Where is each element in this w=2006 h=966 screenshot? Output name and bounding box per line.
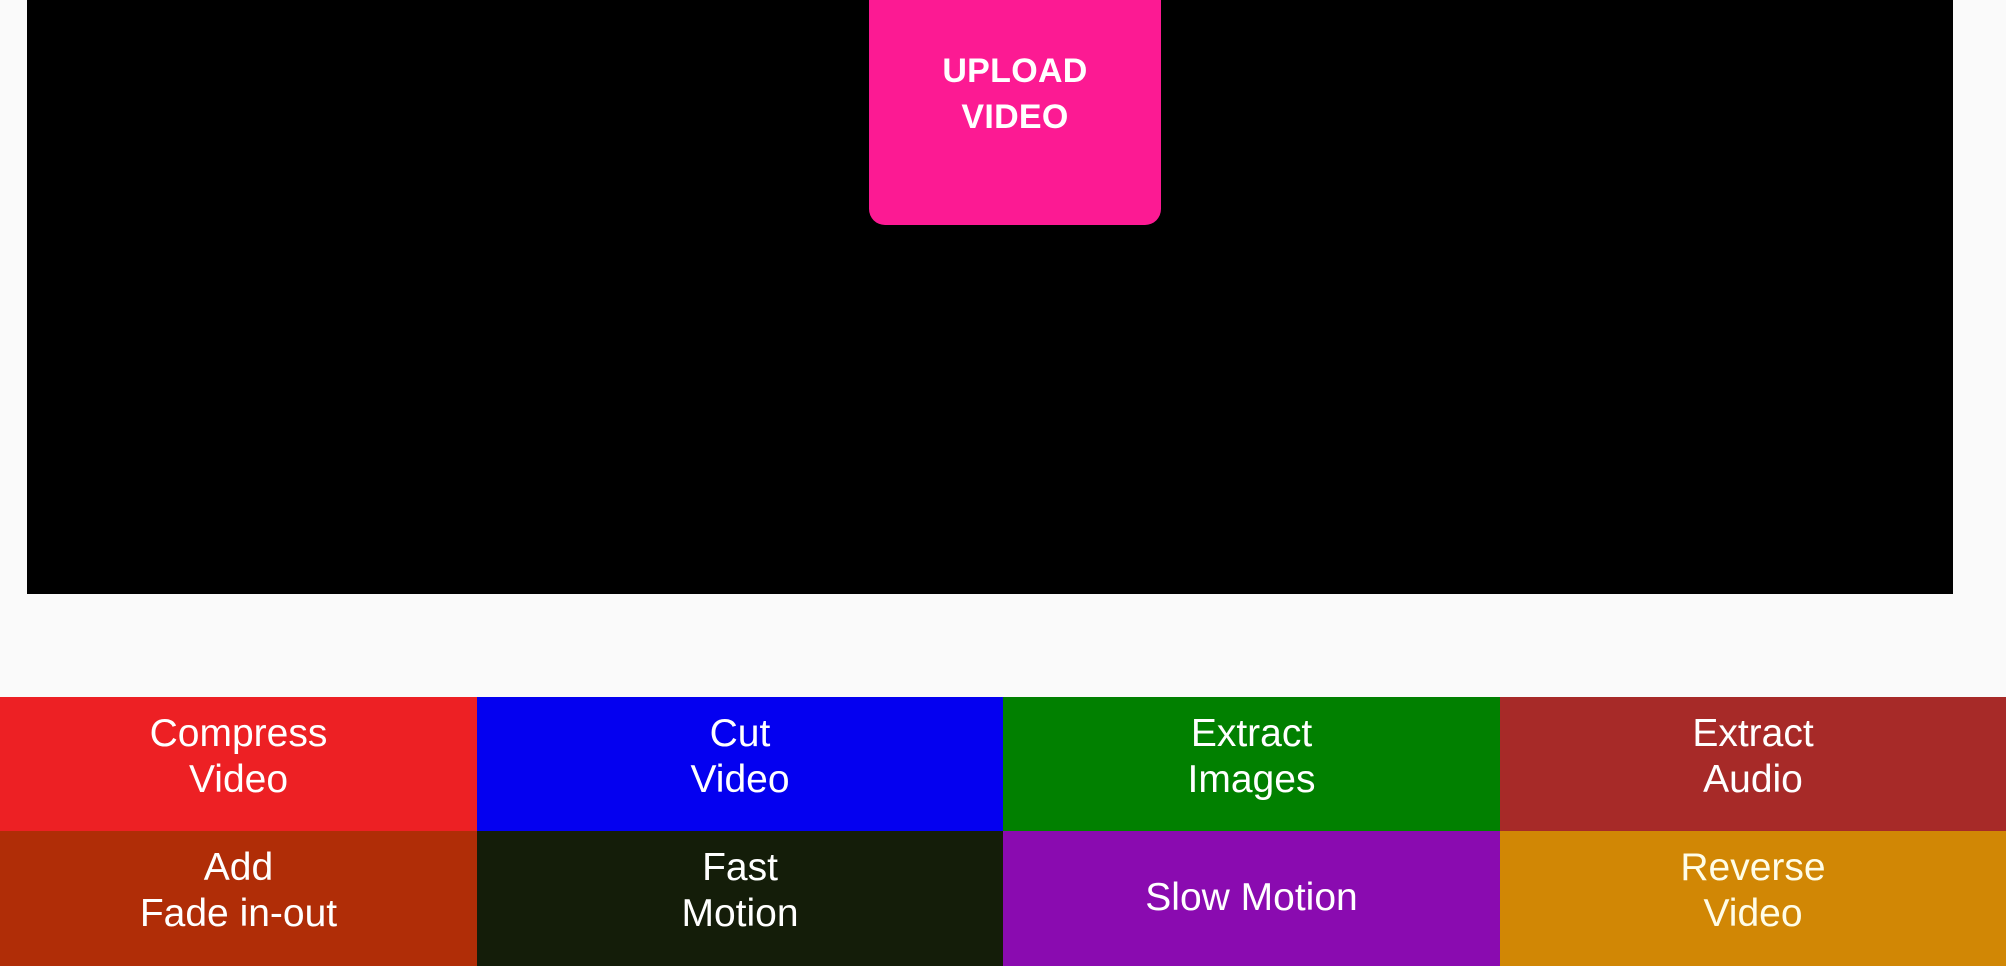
stage-tools-spacer: [0, 594, 2006, 697]
tool-label-line1: Compress: [149, 712, 328, 755]
tool-label-line2: Images: [1187, 758, 1316, 802]
tool-label-line2: Motion: [681, 892, 799, 936]
tool-label-line2: Video: [1703, 892, 1803, 936]
tool-label-line1: Slow Motion: [1145, 876, 1358, 920]
tool-tile-add-fade-in-out[interactable]: Add Fade in-out: [0, 831, 477, 966]
tool-tile-reverse-video[interactable]: Reverse Video: [1500, 831, 2006, 966]
tool-label-line1: Extract: [1190, 712, 1313, 755]
tool-label-line2: Video: [690, 758, 790, 802]
tool-label-line1: Add: [203, 846, 274, 889]
tool-tile-slow-motion[interactable]: Slow Motion: [1003, 831, 1500, 966]
tool-label-line1: Reverse: [1680, 846, 1826, 889]
upload-button-label-line2: VIDEO: [961, 98, 1069, 137]
tool-label-line2: Fade in-out: [139, 892, 338, 936]
upload-button-label-line1: UPLOAD: [942, 52, 1088, 91]
tool-tile-extract-images[interactable]: Extract Images: [1003, 697, 1500, 831]
tool-tile-extract-audio[interactable]: Extract Audio: [1500, 697, 2006, 831]
video-preview-stage: UPLOAD VIDEO: [27, 0, 1953, 594]
upload-video-button[interactable]: UPLOAD VIDEO: [869, 0, 1161, 225]
tool-label-line1: Extract: [1692, 712, 1814, 755]
tool-label-line1: Cut: [709, 712, 771, 755]
tool-tile-cut-video[interactable]: Cut Video: [477, 697, 1003, 831]
tool-label-line1: Fast: [702, 846, 778, 889]
tool-tile-compress-video[interactable]: Compress Video: [0, 697, 477, 831]
tool-tile-fast-motion[interactable]: Fast Motion: [477, 831, 1003, 966]
tool-label-line2: Audio: [1703, 758, 1803, 802]
tool-label-line2: Video: [188, 758, 289, 802]
tool-grid: Compress Video Cut Video Extract Images Extrac…: [0, 697, 2006, 966]
